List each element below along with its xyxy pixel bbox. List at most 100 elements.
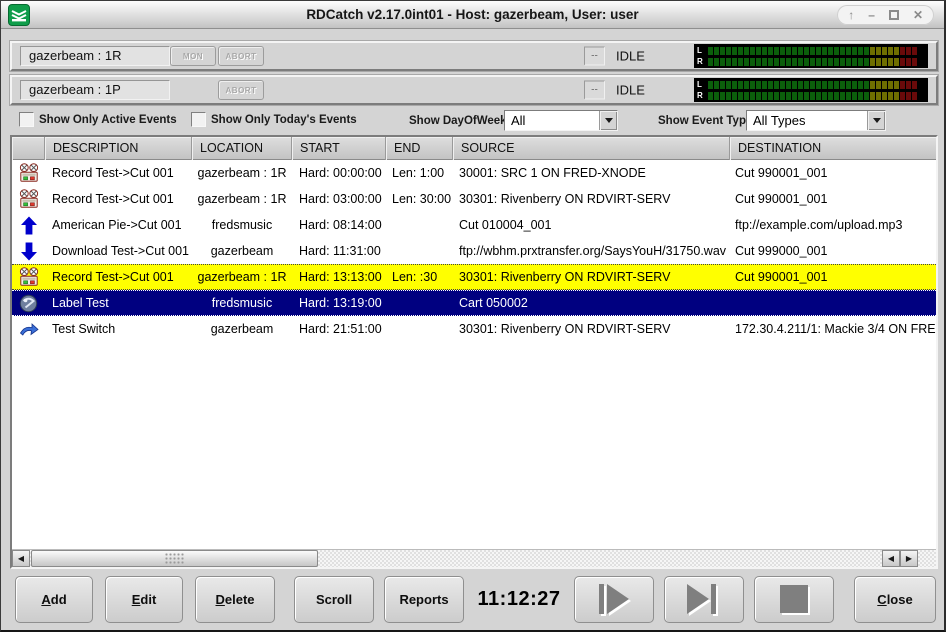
meter-segment bbox=[834, 92, 839, 100]
table-row[interactable]: American Pie->Cut 001 fredsmusic Hard: 0… bbox=[12, 212, 936, 238]
meter-segment bbox=[828, 58, 833, 66]
titlebar[interactable]: RDCatch v2.17.0int01 - Host: gazerbeam, … bbox=[1, 1, 944, 29]
meter-segment bbox=[840, 81, 845, 89]
event-location: fredsmusic bbox=[192, 218, 292, 232]
event-start: Hard: 00:00:00 bbox=[292, 166, 386, 180]
horizontal-scrollbar[interactable]: ◀ ◀ ▶ bbox=[12, 549, 936, 567]
maximize-icon[interactable] bbox=[889, 10, 899, 20]
meter-segment bbox=[744, 47, 749, 55]
header-start[interactable]: START bbox=[292, 137, 386, 160]
meter-segment bbox=[726, 47, 731, 55]
meter-segment bbox=[708, 58, 713, 66]
scroll-right-icon[interactable]: ▶ bbox=[900, 550, 918, 567]
play-button[interactable] bbox=[574, 576, 654, 623]
meter-segment bbox=[714, 81, 719, 89]
show-today-checkbox[interactable] bbox=[191, 112, 206, 127]
meter-segment bbox=[846, 47, 851, 55]
scroll-left-icon[interactable]: ◀ bbox=[12, 550, 30, 567]
meter-segment bbox=[828, 92, 833, 100]
record-icon bbox=[12, 267, 45, 287]
edit-button[interactable]: Edit bbox=[105, 576, 183, 623]
event-list: DESCRIPTION LOCATION START END SOURCE DE… bbox=[10, 135, 938, 569]
table-row[interactable]: Download Test->Cut 001 gazerbeam Hard: 1… bbox=[12, 238, 936, 264]
meter-segment bbox=[750, 92, 755, 100]
meter-segment bbox=[738, 47, 743, 55]
show-active-checkbox[interactable] bbox=[19, 112, 34, 127]
meter-segment bbox=[774, 81, 779, 89]
close-icon[interactable]: ✕ bbox=[913, 5, 923, 25]
meter-segment bbox=[822, 92, 827, 100]
event-source: Cart 050002 bbox=[453, 296, 730, 310]
eventtype-select[interactable]: All Types bbox=[746, 110, 886, 131]
chevron-down-icon[interactable] bbox=[867, 111, 885, 130]
meter-segment bbox=[864, 92, 869, 100]
meter-segment bbox=[804, 58, 809, 66]
table-row[interactable]: Record Test->Cut 001 gazerbeam : 1R Hard… bbox=[12, 264, 936, 290]
meter-segment bbox=[828, 47, 833, 55]
header-icon-col[interactable] bbox=[12, 137, 45, 160]
meter-segment bbox=[906, 47, 911, 55]
table-row[interactable]: Record Test->Cut 001 gazerbeam : 1R Hard… bbox=[12, 186, 936, 212]
event-description: Record Test->Cut 001 bbox=[45, 192, 192, 206]
meter-segment bbox=[894, 47, 899, 55]
meter-segment bbox=[744, 58, 749, 66]
meter-segment bbox=[768, 58, 773, 66]
meter-segment bbox=[876, 92, 881, 100]
event-source: 30301: Rivenberry ON RDVIRT-SERV bbox=[453, 192, 730, 206]
meter-segment bbox=[768, 81, 773, 89]
stop-button[interactable] bbox=[754, 576, 834, 623]
table-row[interactable]: Label Test fredsmusic Hard: 13:19:00 Car… bbox=[12, 290, 936, 316]
header-location[interactable]: LOCATION bbox=[192, 137, 292, 160]
dayofweek-label: Show DayOfWeek: bbox=[409, 115, 510, 127]
event-destination: Cut 990001_001 bbox=[730, 270, 936, 284]
monitor-button[interactable]: MON bbox=[170, 46, 216, 66]
upload-icon bbox=[12, 216, 45, 235]
meter-channel-label: R bbox=[697, 57, 708, 66]
meter-segment bbox=[834, 47, 839, 55]
meter-segment bbox=[846, 58, 851, 66]
meter-segment bbox=[798, 92, 803, 100]
abort-button[interactable]: ABORT bbox=[218, 46, 264, 66]
meter-segment bbox=[774, 58, 779, 66]
event-description: Record Test->Cut 001 bbox=[45, 270, 192, 284]
table-row[interactable]: Test Switch gazerbeam Hard: 21:51:00 303… bbox=[12, 316, 936, 342]
minimize-icon[interactable]: – bbox=[868, 5, 875, 25]
meter-segment bbox=[774, 92, 779, 100]
wall-clock: 11:12:27 bbox=[469, 576, 569, 623]
event-location: gazerbeam : 1R bbox=[192, 166, 292, 180]
meter-segment bbox=[900, 58, 905, 66]
reports-button[interactable]: Reports bbox=[384, 576, 464, 623]
chevron-down-icon[interactable] bbox=[599, 111, 617, 130]
meter-segment bbox=[798, 58, 803, 66]
meter-segment bbox=[858, 92, 863, 100]
event-location: gazerbeam : 1R bbox=[192, 270, 292, 284]
table-row[interactable]: Record Test->Cut 001 gazerbeam : 1R Hard… bbox=[12, 160, 936, 186]
scroll-left-icon[interactable]: ◀ bbox=[882, 550, 900, 567]
meter-segment bbox=[738, 92, 743, 100]
audio-meter: LR bbox=[694, 44, 928, 68]
abort-button[interactable]: ABORT bbox=[218, 80, 264, 100]
event-start: Hard: 13:13:00 bbox=[292, 270, 386, 284]
shade-icon[interactable]: ↑ bbox=[848, 5, 854, 25]
skip-to-end-button[interactable] bbox=[664, 576, 744, 623]
close-button[interactable]: Close bbox=[854, 576, 936, 623]
meter-segment bbox=[786, 81, 791, 89]
meter-segment bbox=[708, 47, 713, 55]
header-description[interactable]: DESCRIPTION bbox=[45, 137, 192, 160]
delete-button[interactable]: Delete bbox=[195, 576, 275, 623]
meter-segment bbox=[762, 92, 767, 100]
meter-segment bbox=[864, 81, 869, 89]
header-source[interactable]: SOURCE bbox=[453, 137, 730, 160]
scroll-button[interactable]: Scroll bbox=[294, 576, 374, 623]
meter-segment bbox=[888, 47, 893, 55]
meter-segment bbox=[714, 92, 719, 100]
record-deck-panel: gazerbeam : 1R MON ABORT -- IDLE LR bbox=[10, 41, 938, 71]
meter-segment bbox=[744, 92, 749, 100]
scrollbar-thumb[interactable] bbox=[31, 550, 318, 567]
deck-event-indicator: -- bbox=[584, 81, 605, 100]
dayofweek-select[interactable]: All bbox=[504, 110, 618, 131]
header-destination[interactable]: DESTINATION bbox=[730, 137, 936, 160]
header-end[interactable]: END bbox=[386, 137, 453, 160]
add-button[interactable]: Add bbox=[15, 576, 93, 623]
meter-segment bbox=[852, 92, 857, 100]
